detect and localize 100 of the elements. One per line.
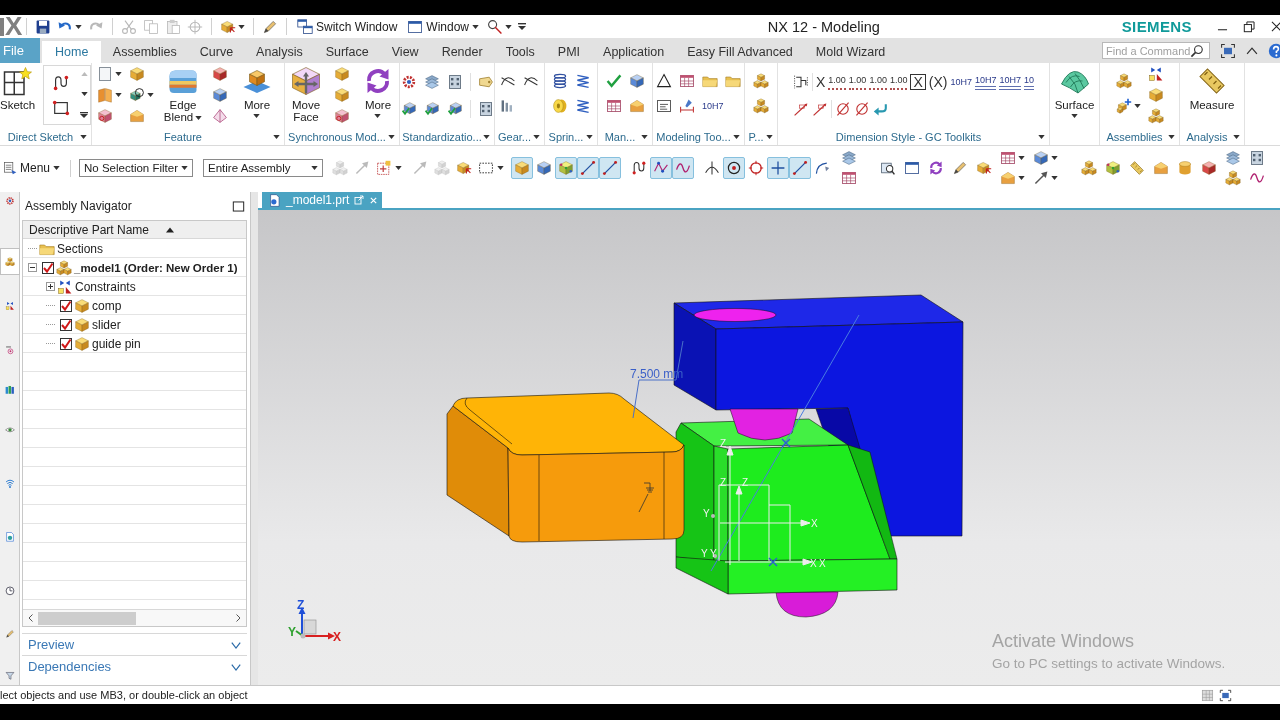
cube-icon[interactable] <box>511 157 534 179</box>
symbol-button[interactable]: X <box>815 74 826 90</box>
building-icon[interactable] <box>1249 150 1266 166</box>
fit-view-icon[interactable] <box>1219 688 1232 702</box>
table-icon[interactable] <box>605 98 622 114</box>
cubes-icon[interactable] <box>1225 170 1242 186</box>
tolerance-button[interactable]: 1.00 <box>828 74 846 90</box>
wave-icon[interactable] <box>672 157 695 179</box>
selection-filter-dropdown[interactable]: No Selection Filter <box>79 159 194 177</box>
spring-icon[interactable] <box>574 73 591 89</box>
tolerance-button[interactable]: 1.00 <box>889 74 908 90</box>
caret-icon[interactable] <box>311 166 319 170</box>
layers-icon[interactable] <box>1225 150 1242 166</box>
plus-icon[interactable] <box>767 157 790 179</box>
caret-icon[interactable] <box>374 114 382 118</box>
ribbon-tab[interactable]: Render <box>430 41 495 63</box>
dimension-line-icon[interactable] <box>792 101 809 117</box>
cube-select-icon[interactable] <box>220 18 236 35</box>
fit-symbol-button[interactable]: 10H7 <box>999 74 1021 90</box>
caret-icon[interactable] <box>238 24 245 29</box>
tree-item[interactable]: Sections <box>57 241 104 256</box>
wave-icon[interactable] <box>1249 170 1266 186</box>
caret-icon[interactable] <box>395 166 403 170</box>
fit-symbol-button[interactable]: 10H7 <box>974 74 997 90</box>
cube-check-icon[interactable] <box>446 101 463 117</box>
cubes-icon[interactable] <box>1147 108 1164 124</box>
coil-icon[interactable] <box>551 73 568 89</box>
collapse-icon[interactable] <box>28 263 37 272</box>
spring-icon[interactable] <box>574 98 591 114</box>
tree-item[interactable]: Constraints <box>75 279 136 294</box>
quick-access-button[interactable]: Switch Window <box>295 18 400 35</box>
caret-icon[interactable] <box>53 166 61 170</box>
cube-icon[interactable] <box>129 66 145 82</box>
caret-icon[interactable] <box>733 135 740 140</box>
cubes-icon[interactable] <box>753 73 769 89</box>
slashed-circle-icon[interactable] <box>834 101 851 117</box>
command-search-field[interactable]: Find a Command <box>1102 42 1210 59</box>
caret-icon[interactable] <box>483 135 490 140</box>
ribbon-tab[interactable]: Easy Fill Advanced <box>675 41 805 63</box>
cubes-icon[interactable] <box>1115 73 1132 89</box>
fit-code-button[interactable]: 10H7 <box>702 101 724 111</box>
checkbox[interactable] <box>60 337 72 350</box>
caret-icon[interactable] <box>1018 156 1026 160</box>
section-header[interactable]: Preview <box>22 633 247 655</box>
caret-icon[interactable] <box>195 115 203 120</box>
gear-icon[interactable] <box>400 74 417 90</box>
slashed-circle-icon[interactable] <box>853 101 870 117</box>
triangle-icon[interactable] <box>656 73 672 89</box>
measure-button[interactable]: Measure <box>1190 65 1234 111</box>
tree-item[interactable]: comp <box>92 298 122 313</box>
caret-icon[interactable] <box>472 24 480 29</box>
save-icon[interactable] <box>35 18 51 35</box>
ribbon-tab[interactable]: Assemblies <box>101 41 189 63</box>
undock-icon[interactable] <box>354 195 365 205</box>
cube-icon[interactable] <box>212 87 228 103</box>
customize-icon[interactable] <box>518 23 527 30</box>
cubes-plus-icon[interactable] <box>1115 98 1132 114</box>
table-icon[interactable] <box>679 73 695 89</box>
caret-icon[interactable] <box>1038 135 1045 140</box>
curve-points-icon[interactable] <box>650 157 673 179</box>
caret-icon[interactable] <box>1133 104 1141 108</box>
expand-icon[interactable] <box>46 282 55 291</box>
cube-points-icon[interactable] <box>555 157 578 179</box>
frame-icon[interactable] <box>792 74 809 90</box>
cube-hole-icon[interactable] <box>334 108 350 124</box>
refresh-icon[interactable] <box>928 160 945 176</box>
gallery-expand-icon[interactable] <box>80 112 89 118</box>
menu-button[interactable]: Menu <box>1 161 63 175</box>
quick-access-button[interactable]: Window <box>405 18 482 35</box>
caret-icon[interactable] <box>1051 176 1059 180</box>
caret-icon[interactable] <box>181 166 189 170</box>
ribbon-tab[interactable]: Surface <box>314 41 381 63</box>
table-icon[interactable] <box>1000 150 1017 166</box>
tag-icon[interactable] <box>477 74 494 90</box>
building-icon[interactable] <box>446 74 463 90</box>
scroll-right-icon[interactable] <box>233 613 243 623</box>
tolerance-button[interactable]: 1.00 <box>869 74 887 90</box>
tree-item[interactable]: slider <box>92 317 121 332</box>
ribbon-tab[interactable]: Analysis <box>244 41 315 63</box>
caret-icon[interactable] <box>75 24 82 29</box>
scroll-left-icon[interactable] <box>26 613 36 623</box>
ribbon-tab[interactable]: Curve <box>188 41 245 63</box>
tolerance-button[interactable]: 1.00 <box>848 74 867 90</box>
surface-button[interactable]: Surface <box>1052 65 1097 118</box>
check-icon[interactable] <box>605 73 622 89</box>
tree-item[interactable]: guide pin <box>92 336 141 351</box>
caret-icon[interactable] <box>1018 176 1026 180</box>
caret-icon[interactable] <box>147 93 154 97</box>
checkbox[interactable] <box>60 299 72 312</box>
pen-icon[interactable] <box>952 160 969 176</box>
ribbon-tab[interactable]: Application <box>591 41 676 63</box>
caret-icon[interactable] <box>253 114 261 118</box>
caret-icon[interactable] <box>641 135 648 140</box>
caret-icon[interactable] <box>533 135 540 140</box>
ribbon-tab[interactable]: Home <box>42 41 102 63</box>
more-button[interactable]: More <box>357 65 399 118</box>
boxed-symbol-button[interactable]: X <box>910 74 926 90</box>
curve-icon[interactable] <box>52 73 71 92</box>
cubes-icon[interactable] <box>0 247 20 276</box>
circle-line-icon[interactable] <box>487 18 504 35</box>
